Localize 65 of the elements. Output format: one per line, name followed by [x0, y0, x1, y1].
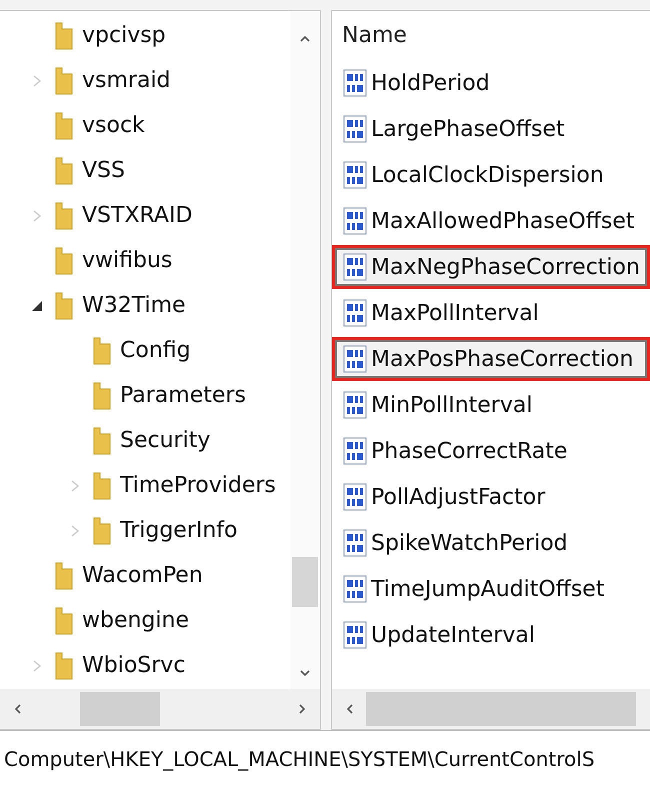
value-row[interactable]: TimeJumpAuditOffset: [332, 567, 650, 611]
tree-item[interactable]: TimeProviders: [120, 473, 276, 498]
value-row[interactable]: LocalClockDispersion: [332, 153, 650, 197]
folder-icon: [92, 336, 112, 366]
value-row[interactable]: HoldPeriod: [332, 61, 650, 105]
scrollbar-thumb[interactable]: [80, 692, 160, 726]
binary-value-icon: [343, 115, 367, 143]
tree-item[interactable]: TriggerInfo: [120, 518, 238, 543]
folder-icon: [54, 606, 74, 636]
value-row[interactable]: PhaseCorrectRate: [332, 429, 650, 473]
folder-icon: [54, 246, 74, 276]
folder-icon: [92, 516, 112, 546]
scrollbar-thumb[interactable]: [366, 692, 636, 726]
binary-value-icon: [343, 483, 367, 511]
binary-value-icon: [343, 575, 367, 603]
value-row[interactable]: PollAdjustFactor: [332, 475, 650, 519]
folder-icon: [92, 426, 112, 456]
folder-icon: [54, 650, 74, 680]
folder-icon: [54, 66, 74, 96]
binary-value-icon: [343, 621, 367, 649]
horizontal-scrollbar[interactable]: [332, 689, 650, 729]
highlighted-value-row[interactable]: MaxPosPhaseCorrection: [332, 337, 650, 381]
value-row[interactable]: UpdateInterval: [332, 613, 650, 657]
folder-icon: [92, 380, 112, 410]
value-row[interactable]: LargePhaseOffset: [332, 107, 650, 151]
folder-icon: [54, 110, 74, 140]
expanded-arrow-icon[interactable]: [31, 300, 43, 312]
tree-item[interactable]: Parameters: [120, 383, 246, 408]
value-row[interactable]: MaxPollInterval: [332, 291, 650, 335]
tree-item[interactable]: vsmraid: [82, 68, 171, 93]
binary-value-icon: [343, 253, 367, 281]
binary-value-icon: [343, 299, 367, 327]
folder-icon: [54, 560, 74, 590]
binary-value-icon: [343, 437, 367, 465]
tree-item[interactable]: VSTXRAID: [82, 203, 192, 228]
folder-icon: [54, 290, 74, 320]
binary-value-icon: [343, 69, 367, 97]
tree-item[interactable]: WacomPen: [82, 563, 203, 588]
binary-value-icon: [343, 529, 367, 557]
binary-value-icon: [343, 161, 367, 189]
folder-icon: [92, 470, 112, 500]
column-header[interactable]: Name: [332, 11, 650, 59]
tree-item[interactable]: Config: [120, 338, 191, 363]
binary-value-icon: [343, 391, 367, 419]
tree-item[interactable]: vwifibus: [82, 248, 172, 273]
tree-item[interactable]: Security: [120, 428, 210, 453]
vertical-scrollbar[interactable]: [290, 11, 320, 689]
status-bar: Computer\HKEY_LOCAL_MACHINE\SYSTEM\CurrentControlS: [0, 730, 650, 786]
horizontal-scrollbar[interactable]: [0, 689, 320, 729]
value-row[interactable]: SpikeWatchPeriod: [332, 521, 650, 565]
value-row[interactable]: MinPollInterval: [332, 383, 650, 427]
binary-value-icon: [343, 345, 367, 373]
tree-item[interactable]: vpcivsp: [82, 23, 166, 48]
value-row[interactable]: MaxAllowedPhaseOffset: [332, 199, 650, 243]
tree-item[interactable]: wbengine: [82, 608, 189, 633]
tree-item[interactable]: vsock: [82, 113, 145, 138]
tree-item[interactable]: W32Time: [82, 293, 186, 318]
highlighted-value-row[interactable]: MaxNegPhaseCorrection: [332, 245, 650, 289]
folder-icon: [54, 200, 74, 230]
scrollbar-thumb[interactable]: [292, 557, 318, 607]
tree-item[interactable]: WbioSrvc: [82, 653, 186, 678]
binary-value-icon: [343, 207, 367, 235]
folder-icon: [54, 20, 74, 50]
tree-item[interactable]: VSS: [82, 158, 125, 183]
folder-icon: [54, 156, 74, 186]
